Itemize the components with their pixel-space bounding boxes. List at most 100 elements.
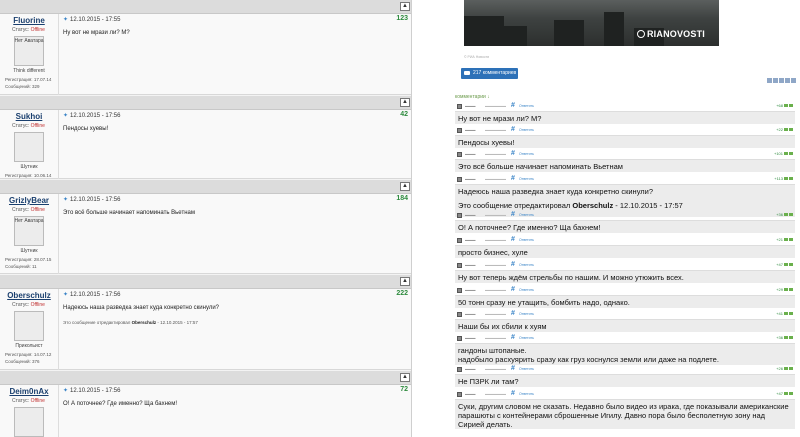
comment-avatar[interactable] <box>457 263 462 268</box>
post-username[interactable]: Sukhoi <box>0 112 58 121</box>
post-username[interactable]: GrizlyBear <box>0 196 58 205</box>
post-link-icon[interactable]: ✦ <box>63 388 68 394</box>
post-number[interactable]: 72 <box>400 386 408 393</box>
reply-link[interactable]: Ответить <box>519 128 534 132</box>
comment-text: Ну вот теперь ждём стрельбы по нашим. И … <box>455 270 795 283</box>
reply-link[interactable]: Ответить <box>519 367 534 371</box>
comment-text: просто бизнес, хуле <box>455 245 795 258</box>
post-link-icon[interactable]: ✦ <box>63 113 68 119</box>
avatar-caption: Нет Аватара <box>14 218 44 224</box>
comment-author[interactable]: ▬▬▬ <box>465 238 476 242</box>
comments-button[interactable]: 217 комментариев <box>461 68 518 79</box>
comment-author[interactable]: ▬▬▬ <box>465 152 476 156</box>
comment-author[interactable]: ▬▬▬ <box>465 312 476 316</box>
comment-author[interactable]: ▬▬▬ <box>465 392 476 396</box>
quote-icon[interactable]: ▲ <box>400 2 410 11</box>
reply-link[interactable]: Ответить <box>519 238 534 242</box>
post-username[interactable]: Deim0nAx <box>0 387 58 396</box>
comment-author[interactable]: ▬▬▬ <box>465 128 476 132</box>
comment-permalink[interactable]: # <box>511 175 515 182</box>
comment-avatar[interactable] <box>457 177 462 182</box>
comment-permalink[interactable]: # <box>511 286 515 293</box>
comment-avatar[interactable] <box>457 104 462 109</box>
comment-permalink[interactable]: # <box>511 211 515 218</box>
avatar-caption: Нет Аватара <box>14 38 44 44</box>
comment-permalink[interactable]: # <box>511 261 515 268</box>
comment-permalink[interactable]: # <box>511 334 515 341</box>
reply-link[interactable]: Ответить <box>519 336 534 340</box>
comment-avatar[interactable] <box>457 392 462 397</box>
user-status: Статус: Offline <box>12 302 45 308</box>
comment-permalink[interactable]: # <box>511 390 515 397</box>
comment-rating[interactable]: +68 <box>776 103 793 108</box>
comment-text: гандоны штопаные. надобыло расхуярить сра… <box>455 343 795 365</box>
post-username[interactable]: Fluorine <box>0 16 58 25</box>
comment-permalink[interactable]: # <box>511 365 515 372</box>
quote-icon[interactable]: ▲ <box>400 182 410 191</box>
reply-link[interactable]: Ответить <box>519 312 534 316</box>
comment-avatar[interactable] <box>457 367 462 372</box>
post-username[interactable]: Oberschulz <box>0 291 58 300</box>
comment-permalink[interactable]: # <box>511 236 515 243</box>
comment-avatar[interactable] <box>457 152 462 157</box>
post-number[interactable]: 222 <box>396 290 408 297</box>
quote-icon[interactable]: ▲ <box>400 98 410 107</box>
post-number[interactable]: 42 <box>400 111 408 118</box>
reply-link[interactable]: Ответить <box>519 263 534 267</box>
comment-rating[interactable]: +101 <box>774 151 793 156</box>
comment-text: Это всё больше начинает напоминать Вьетн… <box>455 159 795 172</box>
comment-avatar[interactable] <box>457 336 462 341</box>
forum-post: ▲ Deim0nAx Статус: Offline ✦ 12.10.2015 -… <box>0 371 411 437</box>
comment-avatar[interactable] <box>457 128 462 133</box>
comment-rating[interactable]: +22 <box>776 127 793 132</box>
comment-rating[interactable]: +36 <box>776 335 793 340</box>
post-number[interactable]: 123 <box>396 15 408 22</box>
share-buttons[interactable] <box>766 70 796 88</box>
comment-rating[interactable]: +29 <box>776 287 793 292</box>
reply-link[interactable]: Ответить <box>519 177 534 181</box>
comment-author[interactable]: ▬▬▬ <box>465 288 476 292</box>
comment-author[interactable]: ▬▬▬ <box>465 336 476 340</box>
comment-text: Ну вот не мрази ли? М? <box>455 111 795 124</box>
comments-anchor-link[interactable]: комментарии ↓ <box>455 94 490 100</box>
comment-rating[interactable]: +41 <box>776 311 793 316</box>
comment-permalink[interactable]: # <box>511 150 515 157</box>
comment-rating[interactable]: +47 <box>776 391 793 396</box>
post-link-icon[interactable]: ✦ <box>63 197 68 203</box>
post-number[interactable]: 184 <box>396 195 408 202</box>
comment-rating[interactable]: +113 <box>774 176 793 181</box>
comment-text: Не ПЗРК ли там? <box>455 374 795 387</box>
comment-rating[interactable]: +21 <box>776 237 793 242</box>
comment-rating[interactable]: +47 <box>776 262 793 267</box>
post-text: Это всё больше начинает напоминать Вьетн… <box>63 210 195 216</box>
comment-permalink[interactable]: # <box>511 310 515 317</box>
comment-author[interactable]: ▬▬▬ <box>465 213 476 217</box>
comment-avatar[interactable] <box>457 288 462 293</box>
comment-author[interactable]: ▬▬▬ <box>465 177 476 181</box>
reply-link[interactable]: Ответить <box>519 288 534 292</box>
comment-permalink[interactable]: # <box>511 126 515 133</box>
comment: ▬▬▬ ▬▬▬▬▬▬ # Ответить +47 Ну вот теперь … <box>455 261 795 284</box>
post-link-icon[interactable]: ✦ <box>63 17 68 23</box>
comment-text: 50 тонн сразу не утащить, бомбить надо, … <box>455 295 795 308</box>
reply-link[interactable]: Ответить <box>519 213 534 217</box>
comment-avatar[interactable] <box>457 238 462 243</box>
reply-link[interactable]: Ответить <box>519 392 534 396</box>
reply-link[interactable]: Ответить <box>519 152 534 156</box>
post-header-bar: ▲ <box>0 96 411 110</box>
comment-rating[interactable]: +26 <box>776 366 793 371</box>
comment-rating[interactable]: +36 <box>776 212 793 217</box>
avatar[interactable] <box>14 407 44 437</box>
comment-permalink[interactable]: # <box>511 102 515 109</box>
comment-author[interactable]: ▬▬▬ <box>465 367 476 371</box>
comment-author[interactable]: ▬▬▬ <box>465 104 476 108</box>
reply-link[interactable]: Ответить <box>519 104 534 108</box>
avatar[interactable] <box>14 311 44 341</box>
comment-avatar[interactable] <box>457 312 462 317</box>
comment-author[interactable]: ▬▬▬ <box>465 263 476 267</box>
quote-icon[interactable]: ▲ <box>400 373 410 382</box>
quote-icon[interactable]: ▲ <box>400 277 410 286</box>
post-link-icon[interactable]: ✦ <box>63 292 68 298</box>
comment-avatar[interactable] <box>457 213 462 218</box>
avatar[interactable] <box>14 132 44 162</box>
